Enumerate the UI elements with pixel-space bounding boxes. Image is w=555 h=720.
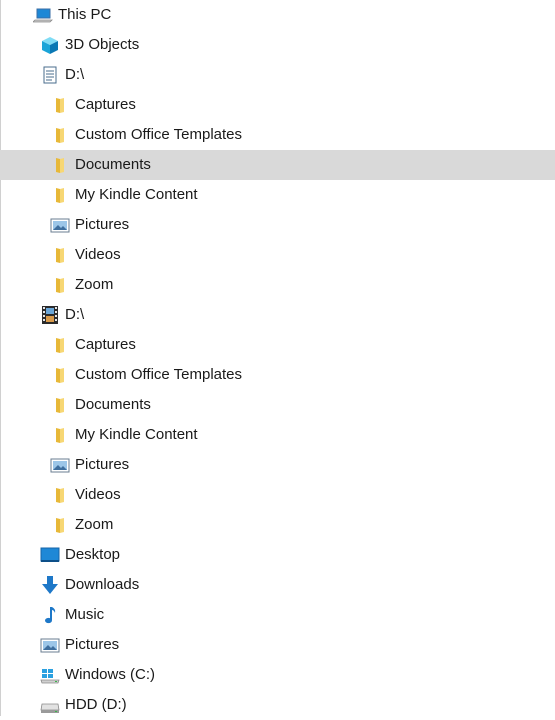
- nav-item-documents[interactable]: Documents: [0, 390, 555, 420]
- pictures-icon: [40, 635, 60, 655]
- nav-item-pictures[interactable]: Pictures: [0, 450, 555, 480]
- music-icon: [40, 605, 60, 625]
- nav-item-documents[interactable]: Documents: [0, 150, 555, 180]
- pictures-icon: [50, 455, 70, 475]
- nav-item-my-kindle-content[interactable]: My Kindle Content: [0, 180, 555, 210]
- nav-item-label: Videos: [75, 246, 121, 263]
- downloads-icon: [40, 575, 60, 595]
- library-video-icon: [40, 305, 60, 325]
- nav-item-label: Zoom: [75, 516, 114, 533]
- nav-item-d-drive-video-library[interactable]: D:\: [0, 300, 555, 330]
- nav-item-captures[interactable]: Captures: [0, 90, 555, 120]
- nav-item-label: 3D Objects: [65, 36, 140, 53]
- folder-icon: [50, 245, 70, 265]
- nav-item-label: D:\: [65, 306, 85, 323]
- nav-item-label: Videos: [75, 486, 121, 503]
- nav-item-windows-c-drive[interactable]: Windows (C:): [0, 660, 555, 690]
- nav-item-downloads[interactable]: Downloads: [0, 570, 555, 600]
- nav-item-this-pc[interactable]: This PC: [0, 0, 555, 30]
- folder-icon: [50, 95, 70, 115]
- nav-item-label: My Kindle Content: [75, 186, 198, 203]
- 3d-objects-icon: [40, 35, 60, 55]
- nav-item-3d-objects[interactable]: 3D Objects: [0, 30, 555, 60]
- nav-item-label: Documents: [75, 156, 151, 173]
- nav-item-custom-office-templates[interactable]: Custom Office Templates: [0, 120, 555, 150]
- nav-item-my-kindle-content[interactable]: My Kindle Content: [0, 420, 555, 450]
- nav-item-music[interactable]: Music: [0, 600, 555, 630]
- nav-item-label: My Kindle Content: [75, 426, 198, 443]
- nav-item-pictures[interactable]: Pictures: [0, 630, 555, 660]
- nav-item-zoom[interactable]: Zoom: [0, 270, 555, 300]
- library-document-icon: [40, 65, 60, 85]
- nav-item-label: Captures: [75, 96, 136, 113]
- nav-item-label: Pictures: [75, 216, 130, 233]
- folder-icon: [50, 155, 70, 175]
- folder-icon: [50, 275, 70, 295]
- folder-icon: [50, 425, 70, 445]
- nav-item-label: D:\: [65, 66, 85, 83]
- folder-icon: [50, 185, 70, 205]
- nav-item-label: Custom Office Templates: [75, 126, 243, 143]
- folder-icon: [50, 335, 70, 355]
- nav-item-label: Captures: [75, 336, 136, 353]
- nav-item-label: Windows (C:): [65, 666, 156, 683]
- nav-item-pictures[interactable]: Pictures: [0, 210, 555, 240]
- folder-icon: [50, 395, 70, 415]
- nav-item-label: This PC: [58, 6, 112, 23]
- nav-item-label: Custom Office Templates: [75, 366, 243, 383]
- nav-item-videos[interactable]: Videos: [0, 240, 555, 270]
- nav-item-desktop[interactable]: Desktop: [0, 540, 555, 570]
- folder-icon: [50, 365, 70, 385]
- nav-item-videos[interactable]: Videos: [0, 480, 555, 510]
- nav-item-d-drive-documents-library[interactable]: D:\: [0, 60, 555, 90]
- desktop-icon: [40, 545, 60, 565]
- folder-icon: [50, 515, 70, 535]
- nav-item-custom-office-templates[interactable]: Custom Office Templates: [0, 360, 555, 390]
- nav-item-captures[interactable]: Captures: [0, 330, 555, 360]
- nav-item-label: Desktop: [65, 546, 121, 563]
- computer-icon: [33, 5, 53, 25]
- nav-item-label: Downloads: [65, 576, 140, 593]
- nav-item-label: Pictures: [65, 636, 120, 653]
- folder-icon: [50, 125, 70, 145]
- windows-drive-icon: [40, 665, 60, 685]
- nav-item-zoom[interactable]: Zoom: [0, 510, 555, 540]
- nav-item-label: Zoom: [75, 276, 114, 293]
- navigation-tree: This PC 3D Objects D:\ Captures Custom O…: [0, 0, 555, 720]
- folder-icon: [50, 485, 70, 505]
- nav-item-label: Music: [65, 606, 105, 623]
- hdd-drive-icon: [40, 695, 60, 715]
- nav-item-label: Pictures: [75, 456, 130, 473]
- pictures-icon: [50, 215, 70, 235]
- nav-item-label: Documents: [75, 396, 151, 413]
